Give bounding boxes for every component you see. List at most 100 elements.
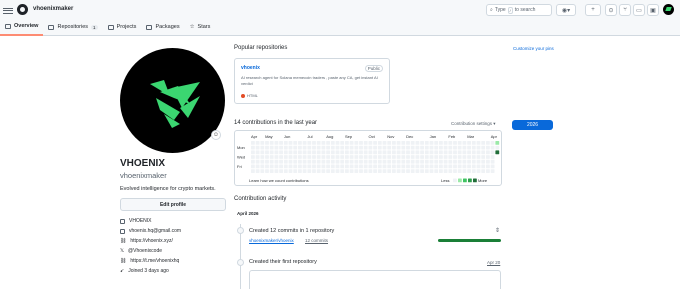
- contribution-day-cell[interactable]: [298, 150, 302, 155]
- contribution-day-cell[interactable]: [265, 145, 269, 150]
- contribution-day-cell[interactable]: [387, 159, 392, 164]
- contribution-day-cell[interactable]: [476, 164, 481, 169]
- contribution-day-cell[interactable]: [330, 169, 335, 173]
- contribution-day-cell[interactable]: [481, 159, 486, 164]
- contribution-day-cell[interactable]: [415, 164, 420, 169]
- contribution-day-cell[interactable]: [288, 141, 293, 145]
- contribution-day-cell[interactable]: [265, 155, 269, 159]
- contribution-day-cell[interactable]: [307, 159, 312, 164]
- contribution-day-cell[interactable]: [251, 145, 255, 150]
- contribution-day-cell[interactable]: [443, 141, 448, 145]
- contribution-day-cell[interactable]: [382, 169, 387, 173]
- pull-requests-button[interactable]: ⑂: [619, 4, 631, 16]
- contribution-day-cell[interactable]: [283, 169, 288, 173]
- contribution-day-cell[interactable]: [457, 155, 462, 159]
- contribution-day-cell[interactable]: [471, 145, 476, 150]
- contribution-day-cell[interactable]: [293, 159, 298, 164]
- contribution-day-cell[interactable]: [406, 169, 410, 173]
- user-avatar-small[interactable]: [663, 4, 674, 15]
- contribution-day-cell[interactable]: [363, 141, 368, 145]
- contribution-day-cell[interactable]: [439, 155, 443, 159]
- contribution-day-cell[interactable]: [467, 159, 471, 164]
- contribution-day-cell[interactable]: [373, 169, 377, 173]
- contribution-day-cell[interactable]: [387, 164, 392, 169]
- contribution-day-cell[interactable]: [415, 150, 420, 155]
- contribution-day-cell[interactable]: [288, 164, 293, 169]
- contribution-day-cell[interactable]: [279, 150, 283, 155]
- profile-avatar[interactable]: [120, 48, 225, 153]
- contribution-day-cell[interactable]: [490, 155, 495, 159]
- contribution-day-cell[interactable]: [471, 141, 476, 145]
- contribution-day-cell[interactable]: [387, 141, 392, 145]
- contribution-day-cell[interactable]: [368, 169, 373, 173]
- contribution-day-cell[interactable]: [335, 150, 340, 155]
- contribution-day-cell[interactable]: [279, 141, 283, 145]
- contribution-day-cell[interactable]: [486, 155, 490, 159]
- contribution-day-cell[interactable]: [279, 155, 283, 159]
- contribution-day-cell[interactable]: [345, 164, 349, 169]
- contribution-day-cell[interactable]: [274, 155, 279, 159]
- contribution-day-cell[interactable]: [349, 141, 354, 145]
- contribution-day-cell[interactable]: [467, 169, 471, 173]
- copilot-button[interactable]: ◉▾: [556, 4, 576, 16]
- contribution-day-cell[interactable]: [340, 150, 345, 155]
- contribution-day-cell[interactable]: [251, 141, 255, 145]
- contribution-day-cell[interactable]: [377, 155, 382, 159]
- contribution-day-cell[interactable]: [495, 145, 500, 150]
- contribution-day-cell[interactable]: [330, 159, 335, 164]
- contribution-day-cell[interactable]: [326, 169, 330, 173]
- contribution-day-cell[interactable]: [462, 155, 467, 159]
- contribution-day-cell[interactable]: [330, 141, 335, 145]
- contribution-day-cell[interactable]: [354, 164, 359, 169]
- contribution-day-cell[interactable]: [326, 159, 330, 164]
- contribution-day-cell[interactable]: [349, 150, 354, 155]
- search-input[interactable]: ⌕ Type / to search: [486, 4, 552, 16]
- contribution-day-cell[interactable]: [288, 169, 293, 173]
- contribution-day-cell[interactable]: [354, 159, 359, 164]
- contribution-day-cell[interactable]: [345, 159, 349, 164]
- set-status-button[interactable]: ☺: [211, 130, 221, 140]
- contribution-day-cell[interactable]: [467, 141, 471, 145]
- contribution-day-cell[interactable]: [326, 141, 330, 145]
- contribution-day-cell[interactable]: [354, 150, 359, 155]
- contribution-day-cell[interactable]: [486, 150, 490, 155]
- contribution-day-cell[interactable]: [453, 164, 457, 169]
- contribution-day-cell[interactable]: [283, 141, 288, 145]
- contribution-day-cell[interactable]: [293, 145, 298, 150]
- contribution-day-cell[interactable]: [335, 164, 340, 169]
- contribution-day-cell[interactable]: [443, 155, 448, 159]
- contribution-day-cell[interactable]: [396, 164, 401, 169]
- contribution-day-cell[interactable]: [316, 145, 321, 150]
- contribution-day-cell[interactable]: [467, 164, 471, 169]
- contribution-day-cell[interactable]: [462, 141, 467, 145]
- contribution-day-cell[interactable]: [481, 145, 486, 150]
- contribution-day-cell[interactable]: [269, 155, 274, 159]
- contribution-day-cell[interactable]: [434, 155, 439, 159]
- year-2026-button[interactable]: 2026: [512, 120, 553, 130]
- contribution-day-cell[interactable]: [335, 145, 340, 150]
- contribution-day-cell[interactable]: [298, 141, 302, 145]
- contribution-day-cell[interactable]: [424, 155, 429, 159]
- contribution-day-cell[interactable]: [330, 145, 335, 150]
- contribution-day-cell[interactable]: [363, 169, 368, 173]
- contribution-day-cell[interactable]: [340, 164, 345, 169]
- contribution-day-cell[interactable]: [269, 150, 274, 155]
- contribution-day-cell[interactable]: [359, 150, 363, 155]
- activity-item-title[interactable]: Created 12 commits in 1 repository: [249, 228, 334, 234]
- contribution-day-cell[interactable]: [410, 159, 415, 164]
- activity-repo-link[interactable]: vhoenixmaker/vhoenix: [249, 238, 294, 243]
- contribution-day-cell[interactable]: [359, 145, 363, 150]
- contribution-day-cell[interactable]: [392, 159, 396, 164]
- contribution-day-cell[interactable]: [406, 145, 410, 150]
- contribution-day-cell[interactable]: [377, 164, 382, 169]
- contribution-day-cell[interactable]: [251, 159, 255, 164]
- edit-profile-button[interactable]: Edit profile: [120, 198, 226, 211]
- contribution-day-cell[interactable]: [321, 141, 326, 145]
- contribution-day-cell[interactable]: [302, 155, 307, 159]
- contribution-day-cell[interactable]: [401, 164, 406, 169]
- contribution-day-cell[interactable]: [326, 155, 330, 159]
- contribution-day-cell[interactable]: [354, 169, 359, 173]
- tab-packages[interactable]: Packages: [141, 18, 184, 36]
- contribution-day-cell[interactable]: [274, 159, 279, 164]
- contribution-day-cell[interactable]: [415, 141, 420, 145]
